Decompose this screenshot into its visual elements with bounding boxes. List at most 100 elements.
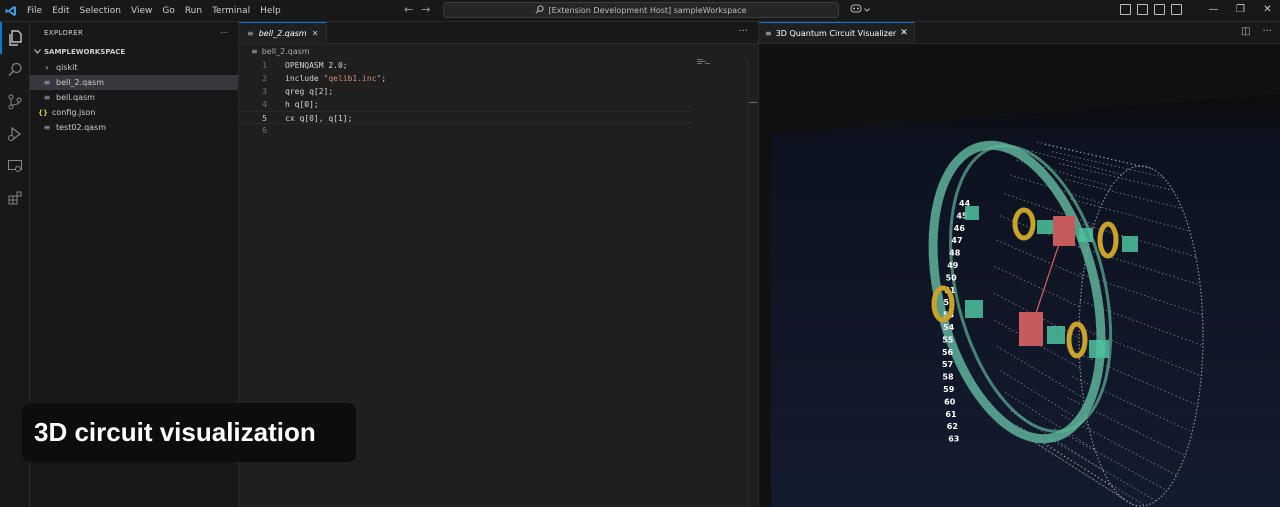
restore-icon[interactable]: ❐: [1227, 0, 1254, 22]
menu-run[interactable]: Run: [180, 1, 207, 21]
ring-label: 56: [942, 348, 954, 357]
visualizer-tabbar: ≡ 3D Quantum Circuit Visualizer ✕ ◫ ···: [759, 22, 1280, 44]
minimize-icon[interactable]: —: [1200, 0, 1227, 22]
gate-box: [1079, 228, 1093, 242]
code-line[interactable]: 4 h q[0];: [239, 98, 758, 111]
tree-item-label: bell.qasm: [56, 93, 95, 102]
minimap-icon: [697, 59, 710, 64]
menu-file[interactable]: File: [22, 1, 47, 21]
scroll-position-marker: [749, 102, 757, 103]
file-icon: ≡: [43, 78, 51, 87]
code-keyword: include: [285, 74, 324, 83]
tree-file-config[interactable]: {} config.json: [30, 105, 238, 120]
code-editor[interactable]: 1 OPENQASM 2.0; 2 include "qelib1.inc"; …: [239, 59, 758, 137]
caption-text: 3D circuit visualization: [34, 417, 316, 447]
source-control-icon[interactable]: [0, 86, 30, 118]
tree-item-label: qiskit: [56, 63, 78, 72]
menu-help[interactable]: Help: [255, 1, 286, 21]
line-number: 6: [262, 126, 267, 135]
more-actions-icon[interactable]: ···: [220, 29, 228, 37]
editor-tabbar: ≡ bell_2.qasm ✕ ···: [239, 22, 758, 44]
ring-label: 57: [942, 360, 953, 369]
split-editor-icon[interactable]: ◫: [1241, 26, 1250, 37]
copilot-icon: [850, 3, 862, 16]
arrow-right-icon[interactable]: →: [421, 3, 430, 16]
tab-bell-2[interactable]: ≡ bell_2.qasm ✕: [239, 22, 328, 43]
toggle-panel-icon[interactable]: [1154, 4, 1165, 15]
circuit-3d-canvas[interactable]: 4445464748495051525354555657585960616263: [759, 44, 1280, 507]
toggle-sidebar-icon[interactable]: [1137, 4, 1148, 15]
tree-folder-qiskit[interactable]: › qiskit: [30, 60, 238, 75]
gate-box: [965, 206, 979, 220]
code-line[interactable]: 2 include "qelib1.inc";: [239, 72, 758, 85]
chevron-right-icon: ›: [45, 63, 49, 72]
ring-label: 58: [942, 373, 954, 382]
command-center-label: [Extension Development Host] sampleWorks…: [548, 5, 747, 15]
tree-file-bell[interactable]: ≡ bell.qasm: [30, 90, 238, 105]
run-debug-icon[interactable]: [0, 118, 30, 150]
arrow-left-icon[interactable]: ←: [404, 3, 413, 16]
line-number: 5: [262, 114, 267, 123]
workspace-section[interactable]: SAMPLEWORKSPACE: [30, 44, 238, 60]
more-actions-icon[interactable]: ···: [1262, 26, 1272, 37]
menu-view[interactable]: View: [126, 1, 157, 21]
ring-label: 62: [947, 422, 958, 431]
chevron-down-icon: [34, 48, 41, 56]
close-icon[interactable]: ✕: [900, 28, 908, 38]
explorer-icon[interactable]: [0, 22, 30, 54]
customize-layout-icon[interactable]: [1120, 4, 1131, 15]
menu-go[interactable]: Go: [157, 1, 179, 21]
search-view-icon[interactable]: [0, 54, 30, 86]
menu-selection[interactable]: Selection: [75, 1, 126, 21]
visualizer-actions: ◫ ···: [1241, 26, 1272, 37]
menu-terminal[interactable]: Terminal: [207, 1, 255, 21]
code-text: cx q[0], q[1];: [285, 114, 353, 123]
remote-explorer-icon[interactable]: [0, 150, 30, 182]
tab-quantum-visualizer[interactable]: ≡ 3D Quantum Circuit Visualizer ✕: [759, 22, 915, 43]
nav-arrows: ← →: [404, 3, 430, 16]
tab-label: 3D Quantum Circuit Visualizer: [775, 28, 897, 38]
target-gate: [1019, 312, 1043, 346]
copilot-menu[interactable]: [850, 3, 870, 16]
editor-scrollbar[interactable]: [747, 59, 748, 507]
ring-label: 49: [947, 261, 959, 270]
code-string: "qelib1.inc": [323, 74, 382, 83]
ring-label: 46: [954, 224, 966, 233]
line-number: 4: [262, 100, 267, 109]
more-actions-icon[interactable]: ···: [738, 26, 748, 37]
explorer-title: EXPLORER: [44, 29, 84, 37]
h-gate: [1053, 216, 1075, 246]
tree-item-label: config.json: [52, 108, 96, 117]
gate-box: [1037, 220, 1053, 234]
command-center[interactable]: [Extension Development Host] sampleWorks…: [443, 2, 839, 18]
line-number: 2: [262, 74, 267, 83]
tree-file-test02[interactable]: ≡ test02.qasm: [30, 120, 238, 135]
toggle-secondary-sidebar-icon[interactable]: [1171, 4, 1182, 15]
tree-file-bell-2[interactable]: ≡ bell_2.qasm: [30, 75, 238, 90]
gate-box: [1047, 326, 1065, 344]
breadcrumb-file[interactable]: bell_2.qasm: [262, 47, 310, 56]
ring-label: 60: [944, 397, 956, 406]
tab-label: bell_2.qasm: [258, 28, 307, 38]
menu-edit[interactable]: Edit: [47, 1, 74, 21]
code-text: OPENQASM 2.0;: [285, 61, 348, 70]
line-number: 1: [262, 61, 267, 70]
layout-controls: [1120, 4, 1182, 15]
code-line[interactable]: 3 qreg q[2];: [239, 85, 758, 98]
search-icon: [535, 4, 545, 16]
line-number: 3: [262, 87, 267, 96]
extensions-icon[interactable]: [0, 182, 30, 214]
code-text: h q[0];: [285, 100, 319, 109]
code-text: include "qelib1.inc";: [267, 72, 386, 85]
code-line[interactable]: 6: [239, 124, 758, 137]
code-line[interactable]: 1 OPENQASM 2.0;: [239, 59, 758, 72]
close-icon[interactable]: ✕: [1254, 0, 1280, 22]
close-icon[interactable]: ✕: [312, 29, 319, 38]
workspace-name: SAMPLEWORKSPACE: [44, 48, 126, 56]
window-controls: — ❐ ✕: [1200, 0, 1280, 22]
vscode-logo-icon: [0, 0, 22, 22]
tree-item-label: test02.qasm: [56, 123, 107, 132]
gate-box: [1089, 340, 1109, 358]
code-line-current[interactable]: 5 cx q[0], q[1];: [239, 111, 691, 124]
ring-label: 50: [946, 273, 958, 282]
